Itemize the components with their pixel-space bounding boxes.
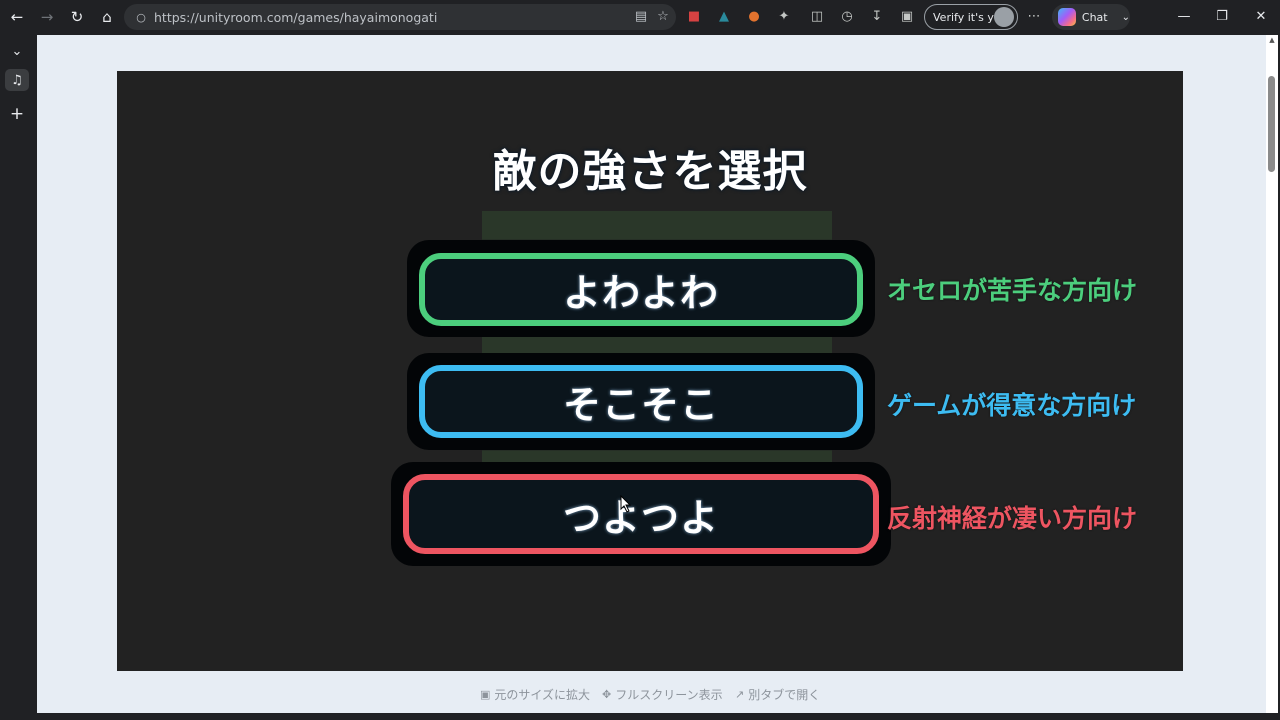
fullscreen-icon: ✥ — [602, 687, 612, 701]
external-link-icon: ↗ — [735, 687, 745, 701]
scrollbar-thumb[interactable] — [1268, 76, 1275, 172]
site-info-icon[interactable]: ○ — [130, 11, 152, 24]
fullscreen-link[interactable]: ✥ フルスクリーン表示 — [602, 686, 723, 702]
extension-icon[interactable]: ▲ — [714, 7, 734, 27]
difficulty-easy-button[interactable]: よわよわ — [407, 240, 875, 337]
extension-icon[interactable]: ● — [744, 7, 764, 27]
expand-label: 元のサイズに拡大 — [494, 687, 591, 702]
scroll-up-icon[interactable]: ▲ — [1268, 36, 1276, 46]
speaker-icon[interactable]: ♫ — [5, 69, 29, 91]
page-title: 敵の強さを選択 — [492, 146, 808, 197]
difficulty-hard-description: 反射神経が凄い方向け — [887, 504, 1138, 533]
fullscreen-label: フルスクリーン表示 — [615, 687, 723, 702]
copilot-icon — [1058, 8, 1076, 26]
game-canvas[interactable]: 敵の強さを選択 よわよわ オセロが苦手な方向け そこそこ ゲームが得意な方向け … — [117, 71, 1183, 671]
reader-mode-icon[interactable]: ▤ — [632, 8, 650, 26]
minimize-icon[interactable]: — — [1172, 7, 1196, 27]
downloads-icon[interactable]: ↧ — [867, 7, 887, 27]
reload-icon[interactable]: ↻ — [65, 5, 89, 29]
browser-toolbar: ← → ↻ ⌂ ○ https://unityroom.com/games/ha… — [0, 0, 1280, 34]
home-icon[interactable]: ⌂ — [95, 5, 119, 29]
difficulty-easy-label: よわよわ — [419, 253, 863, 326]
close-icon[interactable]: ✕ — [1249, 7, 1273, 27]
address-bar[interactable]: ○ https://unityroom.com/games/hayaimonog… — [124, 4, 676, 30]
extension-icon[interactable]: ■ — [684, 7, 704, 27]
profile-avatar — [994, 7, 1014, 27]
verify-identity-button[interactable]: Verify it's you — [924, 4, 1018, 30]
difficulty-normal-button[interactable]: そこそこ — [407, 353, 875, 450]
difficulty-normal-description: ゲームが得意な方向け — [887, 391, 1137, 420]
forward-icon[interactable]: → — [35, 5, 59, 29]
difficulty-hard-button[interactable]: つよつよ — [391, 462, 891, 566]
difficulty-easy-description: オセロが苦手な方向け — [887, 276, 1138, 305]
url-text: https://unityroom.com/games/hayaimonogat… — [154, 9, 438, 25]
newtab-label: 別タブで開く — [748, 687, 821, 702]
back-icon[interactable]: ← — [5, 5, 29, 29]
window-icon: ▣ — [480, 687, 491, 701]
screenshot-icon[interactable]: ▣ — [897, 7, 917, 27]
expand-link[interactable]: ▣ 元のサイズに拡大 — [480, 686, 590, 702]
tab-list-chevron-icon[interactable]: ⌄ — [5, 40, 29, 62]
new-tab-plus-icon[interactable]: + — [5, 103, 29, 125]
split-screen-icon[interactable]: ◫ — [807, 7, 827, 27]
chat-label: Chat — [1081, 10, 1108, 24]
chevron-down-icon: ⌄ — [1121, 11, 1130, 23]
difficulty-hard-label: つよつよ — [403, 474, 879, 554]
mouse-cursor-icon — [620, 495, 632, 513]
extensions-puzzle-icon[interactable]: ✦ — [774, 7, 794, 27]
difficulty-normal-label: そこそこ — [419, 365, 863, 438]
restore-icon[interactable]: ❐ — [1210, 7, 1234, 27]
history-icon[interactable]: ◷ — [837, 7, 857, 27]
copilot-chat-button[interactable]: Chat ⌄ — [1052, 4, 1130, 30]
open-new-tab-link[interactable]: ↗ 別タブで開く — [735, 686, 820, 702]
more-menu-icon[interactable]: ⋯ — [1024, 7, 1044, 27]
favorite-star-icon[interactable]: ☆ — [654, 8, 672, 26]
